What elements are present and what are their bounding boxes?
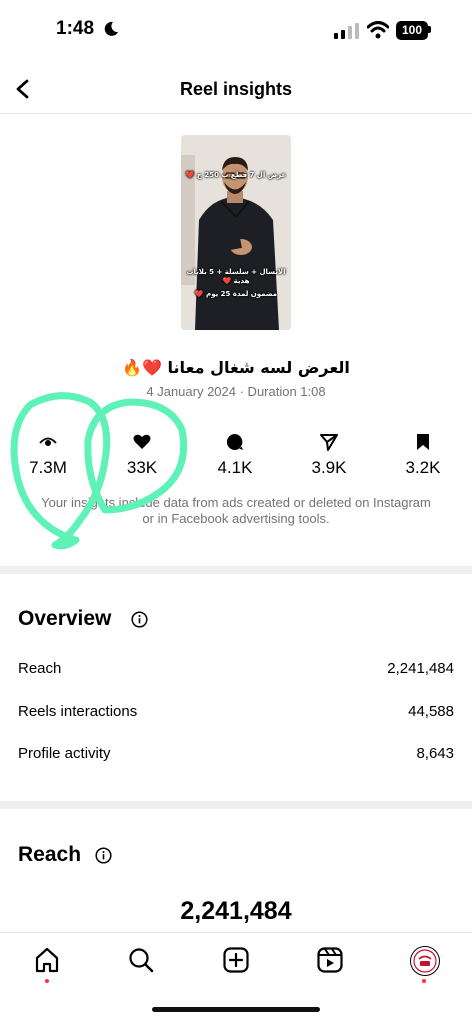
- comments-count: 4.1K: [217, 458, 253, 477]
- reel-date-duration: 4 January 2024 · Duration 1:08: [146, 384, 326, 399]
- overview-row-label[interactable]: Reach: [18, 660, 61, 677]
- metric-likes[interactable]: 33K: [107, 432, 177, 478]
- section-divider: [0, 801, 472, 809]
- thumbnail-caption-bottom: مضمون لمدة 25 يوم ❤️: [194, 290, 278, 298]
- share-icon: [320, 434, 338, 451]
- overview-row-value: 44,588: [408, 703, 454, 720]
- cellular-signal-icon: [334, 23, 359, 39]
- metric-views[interactable]: 7.3M: [13, 432, 83, 478]
- overview-row-label[interactable]: Profile activity: [18, 745, 111, 762]
- page-title: Reel insights: [179, 79, 293, 99]
- eye-icon: [39, 437, 57, 446]
- battery-indicator: 100: [396, 21, 432, 40]
- comment-icon: [226, 433, 243, 450]
- reel-title: العرض لسه شغال معانا ❤️🔥: [122, 358, 350, 377]
- header-divider: [0, 113, 472, 114]
- metric-comments[interactable]: 4.1K: [200, 432, 270, 478]
- likes-count: 33K: [126, 458, 158, 477]
- info-icon[interactable]: [95, 847, 112, 864]
- reel-thumbnail[interactable]: عرض ال 7 قطع ب 250 ج ❤️ الانسال + سلسلة …: [181, 135, 291, 330]
- reach-value: 2,241,484: [180, 897, 292, 925]
- overview-title: Overview: [18, 607, 112, 630]
- thumbnail-caption-mid: الانسال + سلسلة + 5 بلابات هدية ❤️: [186, 268, 286, 285]
- profile-logo-icon: [413, 949, 437, 973]
- home-icon[interactable]: [33, 946, 61, 974]
- battery-level: 100: [396, 21, 428, 40]
- views-count: 7.3M: [29, 458, 67, 477]
- home-indicator: [152, 1007, 320, 1012]
- saves-count: 3.2K: [405, 458, 441, 477]
- overview-row-value: 8,643: [416, 745, 454, 762]
- metric-saves[interactable]: 3.2K: [388, 432, 458, 478]
- metric-shares[interactable]: 3.9K: [294, 432, 364, 478]
- thumbnail-caption-top: عرض ال 7 قطع ب 250 ج ❤️: [185, 171, 287, 179]
- notification-dot: [422, 979, 426, 983]
- person-image: [181, 135, 291, 330]
- search-icon[interactable]: [127, 946, 155, 974]
- insights-note: Your insights include data from ads crea…: [41, 495, 431, 526]
- profile-avatar[interactable]: [410, 946, 440, 976]
- create-icon[interactable]: [222, 946, 250, 974]
- moon-icon: [104, 21, 118, 36]
- notification-dot: [45, 979, 49, 983]
- reach-title: Reach: [18, 843, 82, 866]
- bookmark-icon: [417, 434, 429, 450]
- heart-icon: [133, 434, 151, 449]
- shares-count: 3.9K: [311, 458, 347, 477]
- overview-row-label[interactable]: Reels interactions: [18, 703, 137, 720]
- section-divider: [0, 566, 472, 574]
- info-icon[interactable]: [131, 611, 148, 628]
- reels-icon[interactable]: [316, 946, 344, 974]
- wifi-icon: [367, 21, 389, 39]
- status-time: 1:48: [56, 18, 95, 39]
- overview-row-value: 2,241,484: [387, 660, 454, 677]
